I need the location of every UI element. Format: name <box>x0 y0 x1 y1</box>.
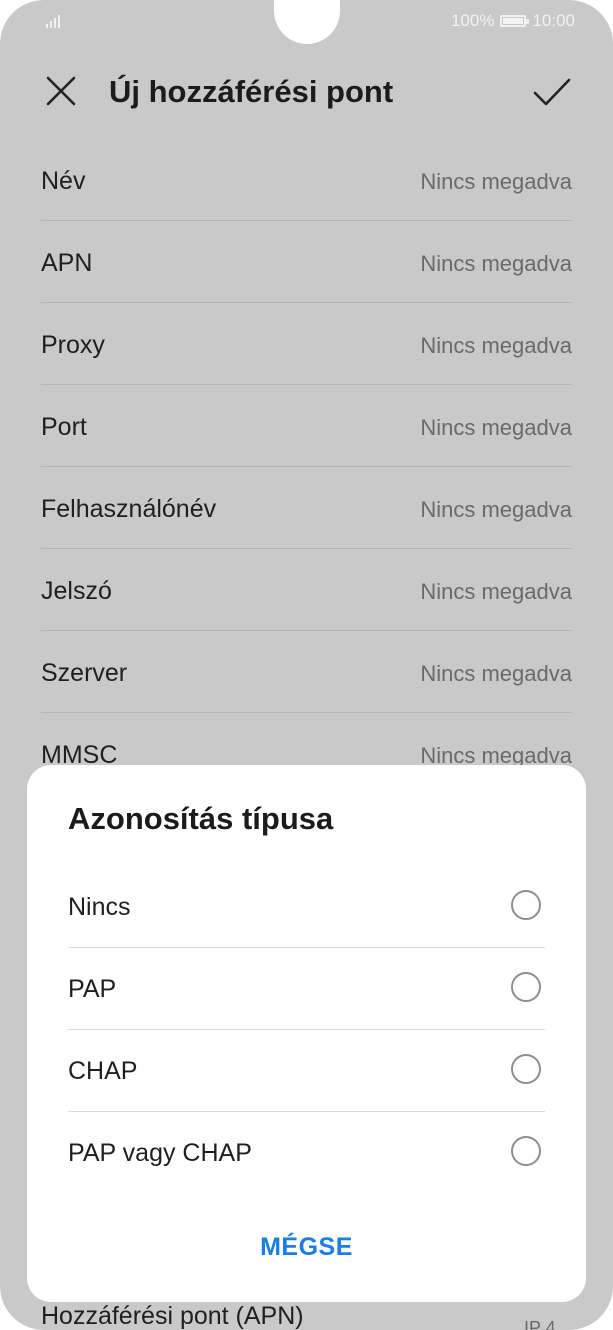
option-pap-or-chap[interactable]: PAP vagy CHAP <box>68 1112 545 1193</box>
field-label: Jelszó <box>41 577 112 605</box>
field-row-apn-type[interactable]: Hozzáférési pont (APN) <box>41 1302 304 1330</box>
auth-type-dialog: Azonosítás típusa Nincs PAP CHAP PAP vag… <box>27 765 586 1302</box>
field-value: Nincs megadva <box>420 169 572 194</box>
field-label: Proxy <box>41 331 105 359</box>
option-label: PAP vagy CHAP <box>68 1139 252 1167</box>
auth-options: Nincs PAP CHAP PAP vagy CHAP <box>68 866 545 1193</box>
status-right: 100% 10:00 <box>451 11 575 31</box>
check-icon[interactable] <box>532 75 572 109</box>
field-row-port[interactable]: Port Nincs megadva <box>41 385 572 467</box>
apn-field-list: Név Nincs megadva APN Nincs megadva Prox… <box>41 139 572 794</box>
field-row-name[interactable]: Név Nincs megadva <box>41 139 572 221</box>
field-label: Név <box>41 167 86 195</box>
field-label: Szerver <box>41 659 128 687</box>
radio-button[interactable] <box>511 972 541 1002</box>
clock: 10:00 <box>532 11 575 30</box>
close-icon[interactable] <box>45 75 77 107</box>
battery-icon <box>500 15 530 27</box>
phone-screen: 100% 10:00 Új hozzáférési pont Név Nincs… <box>0 0 613 1330</box>
option-chap[interactable]: CHAP <box>68 1030 545 1112</box>
radio-button[interactable] <box>511 890 541 920</box>
field-row-apn[interactable]: APN Nincs megadva <box>41 221 572 303</box>
field-value: Nincs megadva <box>420 497 572 522</box>
radio-button[interactable] <box>511 1054 541 1084</box>
battery-percent: 100% <box>450 11 495 30</box>
field-label: APN <box>41 249 93 277</box>
signal-icon <box>46 12 68 28</box>
field-value: Nincs megadva <box>420 415 572 440</box>
field-row-proxy[interactable]: Proxy Nincs megadva <box>41 303 572 385</box>
option-label: CHAP <box>68 1057 138 1085</box>
app-header: Új hozzáférési pont <box>0 62 613 124</box>
field-value: Nincs megadva <box>420 333 572 358</box>
field-value-apn-type: IP 4 <box>524 1318 556 1330</box>
field-value: Nincs megadva <box>420 661 572 686</box>
field-label: Port <box>41 413 87 441</box>
option-pap[interactable]: PAP <box>68 948 545 1030</box>
cancel-button[interactable]: MÉGSE <box>27 1233 586 1262</box>
option-none[interactable]: Nincs <box>68 866 545 948</box>
field-row-username[interactable]: Felhasználónév Nincs megadva <box>41 467 572 549</box>
field-label: Felhasználónév <box>41 495 217 523</box>
option-label: PAP <box>68 975 117 1003</box>
dialog-title: Azonosítás típusa <box>68 801 334 836</box>
field-value: Nincs megadva <box>420 251 572 276</box>
field-row-password[interactable]: Jelszó Nincs megadva <box>41 549 572 631</box>
page-title: Új hozzáférési pont <box>109 74 394 109</box>
radio-button[interactable] <box>511 1136 541 1166</box>
field-row-server[interactable]: Szerver Nincs megadva <box>41 631 572 713</box>
option-label: Nincs <box>68 893 131 921</box>
field-value: Nincs megadva <box>420 579 572 604</box>
